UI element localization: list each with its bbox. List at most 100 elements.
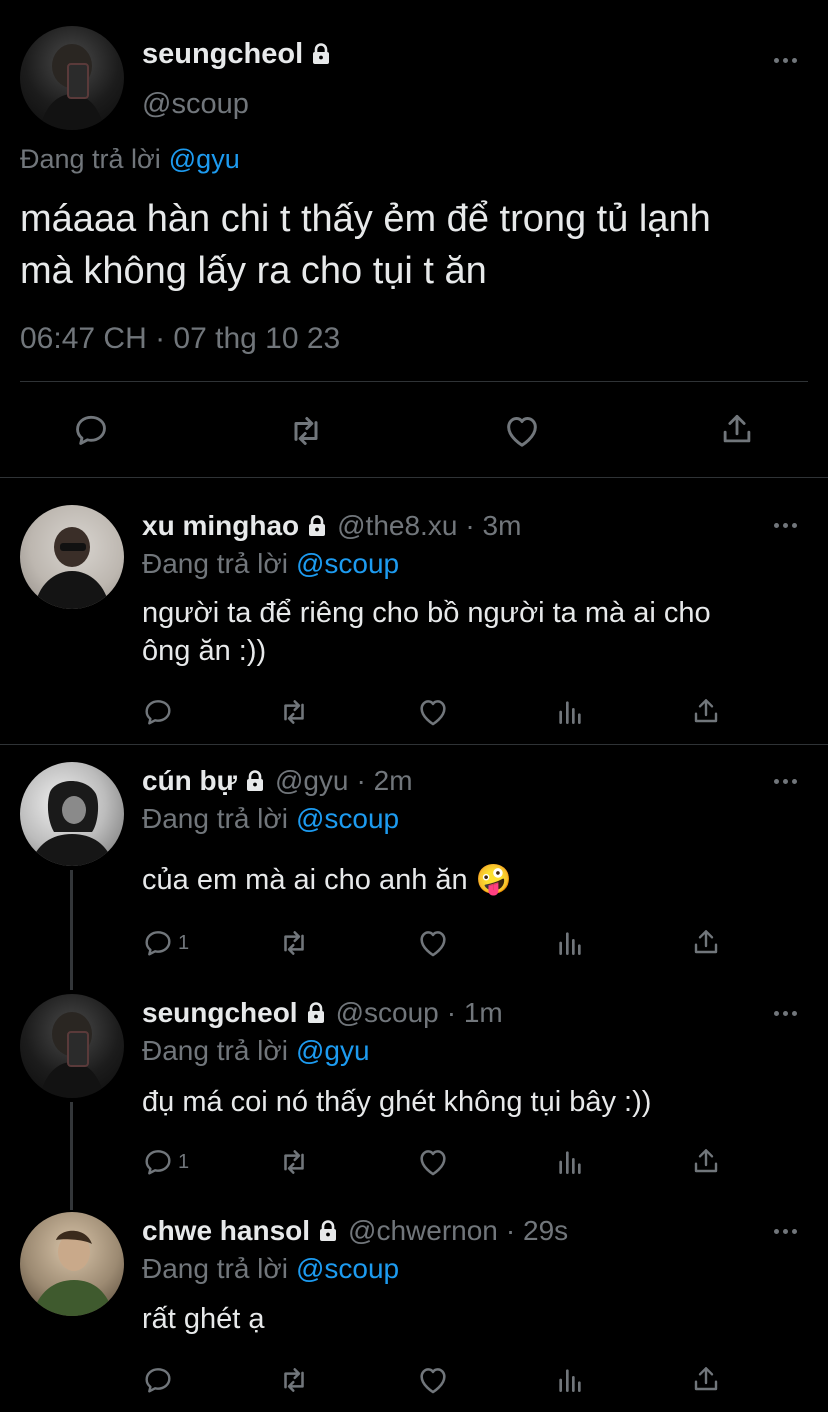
lock-icon [304,1000,328,1026]
like-button[interactable] [416,926,450,960]
share-icon [690,694,722,728]
views-button[interactable] [554,1145,586,1179]
reply-button[interactable] [142,696,180,728]
heart-icon [416,1145,450,1179]
avatar[interactable] [20,1212,124,1316]
analytics-icon [554,1145,586,1179]
tweet-text: rất ghét ạ [142,1300,265,1338]
replying-to-link[interactable]: @gyu [169,144,240,175]
divider [0,744,828,745]
author-name[interactable]: seungcheol [142,997,298,1029]
author-name[interactable]: seungcheol [142,38,303,71]
author-handle[interactable]: @scoup [336,997,439,1029]
views-button[interactable] [554,695,586,729]
share-button[interactable] [690,1362,722,1396]
tweet-text-line: mà không lấy ra cho tụi t ăn [20,250,487,292]
author-handle[interactable]: @the8.xu [337,510,457,542]
like-button[interactable] [416,695,450,729]
more-icon[interactable] [774,776,800,786]
reply-icon [142,1364,174,1396]
share-button[interactable] [690,925,722,959]
share-icon [690,1362,722,1396]
divider [0,477,828,478]
retweet-button[interactable] [286,411,326,451]
reply-count: 1 [178,931,190,954]
analytics-icon [554,926,586,960]
more-icon[interactable] [774,55,800,65]
analytics-icon [554,1363,586,1397]
lock-icon [243,768,267,794]
lock-icon [309,41,333,67]
retweet-icon [277,1145,311,1179]
more-icon[interactable] [774,1226,800,1236]
retweet-button[interactable] [277,926,311,960]
retweet-button[interactable] [277,1145,311,1179]
reply-icon [142,696,174,728]
tweet-text: đụ má coi nó thấy ghét không tụi bây :)) [142,1083,651,1121]
replying-to-label: Đang trả lời [142,1253,288,1284]
heart-icon [502,411,542,451]
retweet-icon [277,1363,311,1397]
replying-to-label: Đang trả lời [142,548,288,579]
heart-icon [416,1363,450,1397]
reply-button[interactable]: 1 [142,927,189,959]
reply-icon [72,411,110,449]
replying-to-label: Đang trả lời [142,1035,288,1066]
like-button[interactable] [416,1145,450,1179]
tweet-text-line: máaaa hàn chi t thấy ẻm để trong tủ lạnh [20,198,711,240]
replying-to-link[interactable]: @gyu [296,1035,370,1067]
author-name[interactable]: xu minghao [142,510,299,542]
share-icon [718,410,756,448]
reply-icon [142,927,174,959]
retweet-button[interactable] [277,1363,311,1397]
replying-to-link[interactable]: @scoup [296,1253,399,1285]
author-name[interactable]: chwe hansol [142,1215,310,1247]
tweet-text: máaaa hàn chi t thấy ẻm để trong tủ lạnh… [20,193,711,297]
tweet-text-line: của em mà ai cho anh ăn 🤪 [142,864,512,896]
tweet-text: của em mà ai cho anh ăn 🤪 [142,861,512,899]
divider [20,381,808,382]
heart-icon [416,695,450,729]
thread-line [70,1102,73,1210]
share-button[interactable] [690,1144,722,1178]
tweet-text-line: đụ má coi nó thấy ghét không tụi bây :)) [142,1086,652,1118]
author-name[interactable]: cún bự [142,765,237,797]
reply-button[interactable] [142,1364,178,1396]
tweet-time[interactable]: · 29s [506,1215,568,1247]
retweet-icon [277,695,311,729]
replying-to-link[interactable]: @scoup [296,548,399,580]
reply-button[interactable]: 1 [142,1146,189,1178]
tweet-text-line: rất ghét ạ [142,1303,265,1335]
avatar[interactable] [20,505,124,609]
reply-icon [142,1146,174,1178]
tweet-text: người ta để riêng cho bồ người ta mà ai … [142,594,711,670]
share-icon [690,925,722,959]
more-icon[interactable] [774,520,800,530]
reply-button[interactable] [72,411,110,449]
author-handle[interactable]: @gyu [275,765,349,797]
more-icon[interactable] [774,1008,800,1018]
avatar[interactable] [20,26,124,130]
avatar[interactable] [20,762,124,866]
share-button[interactable] [718,410,756,448]
author-handle[interactable]: @chwernon [348,1215,498,1247]
tweet-time[interactable]: · 1m [447,997,503,1029]
views-button[interactable] [554,1363,586,1397]
retweet-button[interactable] [277,695,311,729]
retweet-icon [277,926,311,960]
lock-icon [316,1218,340,1244]
analytics-icon [554,695,586,729]
views-button[interactable] [554,926,586,960]
author-handle[interactable]: @scoup [142,88,249,121]
retweet-icon [286,411,326,451]
reply-count: 1 [178,1150,190,1173]
tweet-text-line: người ta để riêng cho bồ người ta mà ai … [142,597,711,629]
like-button[interactable] [502,411,542,451]
tweet-time[interactable]: · 2m [357,765,413,797]
like-button[interactable] [416,1363,450,1397]
tweet-timestamp[interactable]: 06:47 CH · 07 thg 10 23 [20,322,340,356]
share-button[interactable] [690,694,722,728]
avatar[interactable] [20,994,124,1098]
replying-to-link[interactable]: @scoup [296,803,399,835]
tweet-time[interactable]: · 3m [465,510,521,542]
